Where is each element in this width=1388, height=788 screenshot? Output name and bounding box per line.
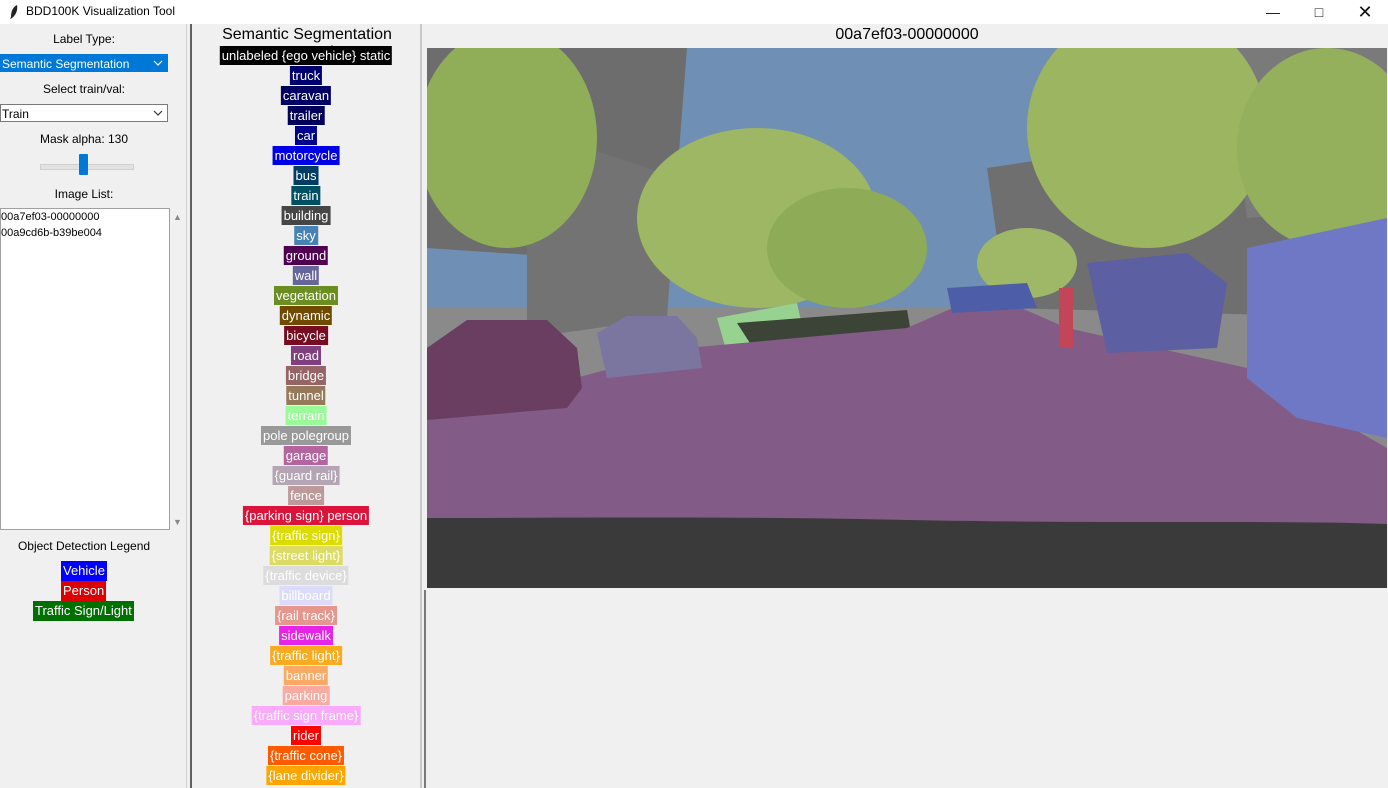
- legend-item: ground: [283, 246, 329, 265]
- legend-item: vegetation: [274, 286, 338, 305]
- legend-item: {traffic light}: [270, 646, 342, 665]
- chevron-down-icon: [153, 60, 163, 66]
- minimize-button[interactable]: —: [1250, 0, 1296, 24]
- legend-item: {guard rail}: [272, 466, 340, 485]
- scroll-down-icon[interactable]: ▼: [173, 517, 182, 527]
- legend-item: truck: [289, 66, 323, 85]
- legend-item: bicycle: [284, 326, 328, 345]
- window-title: BDD100K Visualization Tool: [26, 4, 175, 18]
- legend-item: caravan: [280, 86, 332, 105]
- legend-item: road: [290, 346, 322, 365]
- legend-item: {rail track}: [275, 606, 337, 625]
- list-item[interactable]: 00a9cd6b-b39be004: [1, 225, 169, 241]
- split-value: Train: [2, 107, 29, 121]
- image-title: 00a7ef03-00000000: [835, 26, 979, 43]
- maximize-button[interactable]: □: [1296, 0, 1342, 24]
- legend-item: {traffic device}: [263, 566, 349, 585]
- legend-item: tunnel: [286, 386, 326, 405]
- title-bar: BDD100K Visualization Tool — □ ✕: [0, 0, 1388, 24]
- close-button[interactable]: ✕: [1342, 0, 1388, 24]
- legend-item: rider: [290, 726, 322, 745]
- legend-item: bus: [293, 166, 319, 185]
- legend-item: car: [294, 126, 318, 145]
- legend-item: {traffic cone}: [267, 746, 345, 765]
- legend-item: bridge: [285, 366, 327, 385]
- legend-item: parking: [282, 686, 330, 705]
- list-item[interactable]: 00a7ef03-00000000: [1, 209, 169, 225]
- semantic-legend-panel: Semantic Segmentation Legend unlabeled {…: [190, 24, 422, 788]
- legend-item: motorcycle: [272, 146, 340, 165]
- od-legend-person: Person: [61, 581, 107, 601]
- mask-alpha-slider-thumb[interactable]: [79, 154, 88, 175]
- control-panel: Label Type: Semantic Segmentation Select…: [0, 24, 187, 788]
- legend-item: sidewalk: [279, 626, 333, 645]
- lower-divider: [424, 590, 426, 788]
- label-type-value: Semantic Segmentation: [2, 57, 130, 71]
- legend-item: {lane divider}: [266, 766, 346, 785]
- legend-item: building: [281, 206, 331, 225]
- legend-item: {parking sign} person: [242, 506, 370, 525]
- legend-item: terrain: [285, 406, 327, 425]
- legend-item: {street light}: [269, 546, 343, 565]
- od-legend-title: Object Detection Legend: [17, 539, 151, 553]
- scroll-up-icon[interactable]: ▲: [173, 212, 182, 222]
- legend-item: sky: [294, 226, 318, 245]
- legend-item: unlabeled {ego vehicle} static: [219, 46, 393, 65]
- image-list-label: Image List:: [54, 187, 114, 201]
- legend-item: train: [291, 186, 321, 205]
- legend-item: dynamic: [279, 306, 333, 325]
- segmentation-image: [427, 48, 1387, 588]
- image-list-scrollbar[interactable]: ▲ ▼: [170, 208, 186, 530]
- od-legend-traffic-sign-light: Traffic Sign/Light: [33, 601, 134, 621]
- legend-item: pole polegroup: [260, 426, 352, 445]
- label-type-label: Label Type:: [53, 32, 115, 46]
- image-list[interactable]: 00a7ef03-00000000 00a9cd6b-b39be004: [0, 208, 170, 530]
- legend-item: {traffic sign}: [270, 526, 342, 545]
- legend-item: wall: [292, 266, 320, 285]
- split-select[interactable]: Train: [0, 104, 168, 122]
- legend-item: {traffic sign frame}: [251, 706, 361, 725]
- mask-alpha-label: Mask alpha: 130: [39, 132, 129, 146]
- feather-icon: [10, 5, 18, 19]
- legend-item: trailer: [287, 106, 325, 125]
- label-type-select[interactable]: Semantic Segmentation: [0, 54, 168, 72]
- legend-item: banner: [283, 666, 329, 685]
- legend-item: billboard: [279, 586, 333, 605]
- legend-item: garage: [283, 446, 329, 465]
- legend-item: fence: [288, 486, 324, 505]
- od-legend-vehicle: Vehicle: [61, 561, 107, 581]
- chevron-down-icon: [153, 110, 163, 116]
- split-label: Select train/val:: [42, 82, 126, 96]
